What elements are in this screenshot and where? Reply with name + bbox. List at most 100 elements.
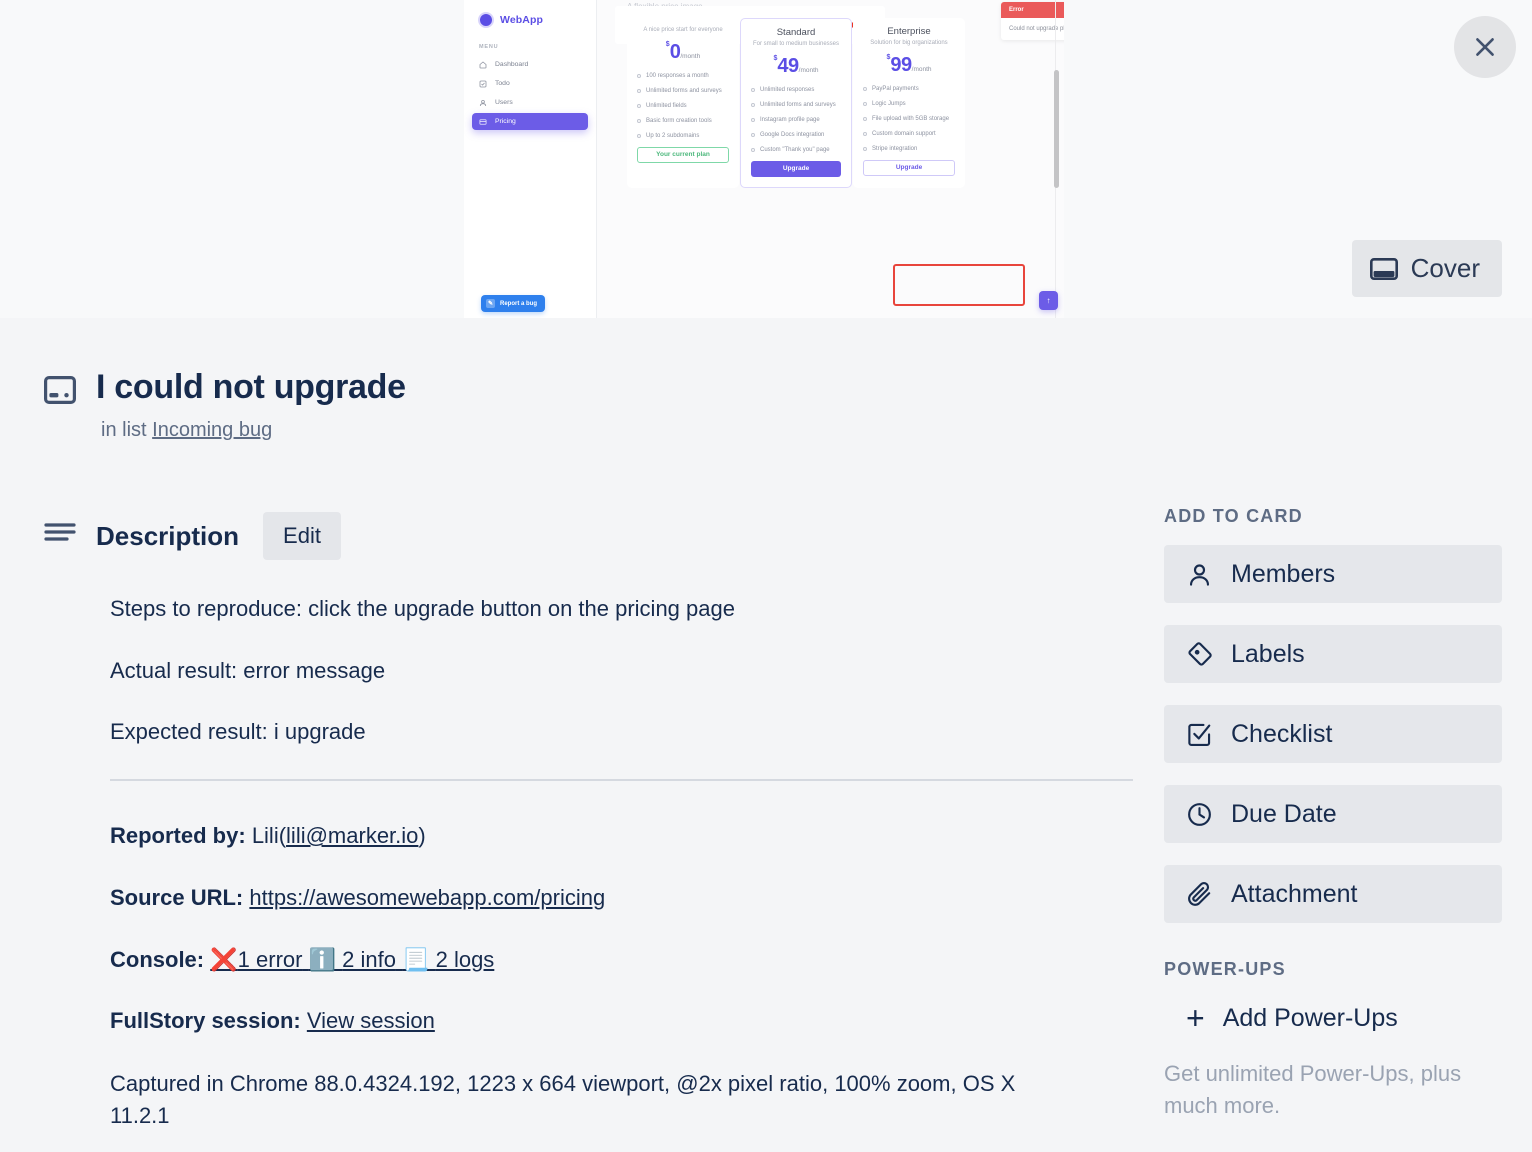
screenshot-nav-label: Todo — [495, 80, 510, 87]
bullet-icon — [751, 118, 755, 122]
sidebar-item-label: Checklist — [1231, 720, 1332, 749]
plan-feature-label: Unlimited responses — [760, 86, 814, 95]
plan-feature-label: Unlimited forms and surveys — [760, 101, 836, 110]
plan-cta-button: Your current plan — [637, 147, 729, 163]
checkbox-icon — [479, 80, 487, 88]
sidebar-item-due-date[interactable]: Due Date — [1164, 785, 1502, 843]
description-header: Description Edit — [44, 512, 1164, 560]
in-list-prefix: in list — [101, 419, 147, 441]
reported-by-row: Reported by: Lili(lili@marker.io) — [110, 821, 1164, 851]
plan-feature: Unlimited forms and surveys — [637, 87, 729, 96]
screenshot-nav-label: Dashboard — [495, 61, 528, 68]
close-icon — [1472, 34, 1498, 60]
clock-icon — [1186, 801, 1213, 828]
plan-cta-button: Upgrade — [751, 161, 841, 177]
info-icon: ℹ️ — [309, 947, 336, 972]
plan-price: $0/month — [637, 41, 729, 64]
plan-period: /month — [680, 53, 700, 60]
screenshot-scrollbar-thumb — [1054, 70, 1059, 188]
plan-feature-label: File upload with 5GB storage — [872, 115, 949, 124]
screenshot-nav-users: Users — [472, 94, 588, 111]
plan-feature-label: 100 responses a month — [646, 72, 709, 81]
plan-feature-label: Unlimited fields — [646, 102, 687, 111]
plan-period: /month — [912, 66, 932, 73]
description-body: Steps to reproduce: click the upgrade bu… — [110, 594, 1164, 1132]
reporter-email-link[interactable]: lili@marker.io — [286, 823, 418, 848]
plan-period: /month — [799, 67, 819, 74]
source-url-label: Source URL: — [110, 885, 243, 910]
cover-button-label: Cover — [1411, 253, 1480, 284]
bullet-icon — [637, 104, 641, 108]
description-paragraph: Actual result: error message — [110, 656, 1164, 686]
plan-feature: Google Docs integration — [751, 131, 841, 140]
sidebar-item-label: Due Date — [1231, 800, 1337, 829]
cover-screenshot: WebApp MENU Dashboard Todo — [464, 0, 1064, 318]
plan-amount: 0 — [670, 41, 681, 63]
webapp-logo-icon — [478, 12, 494, 28]
webapp-brand-label: WebApp — [500, 14, 543, 26]
section-divider — [110, 779, 1133, 781]
add-power-ups-button[interactable]: + Add Power-Ups — [1164, 1002, 1532, 1034]
screenshot-report-bug-label: Report a bug — [500, 301, 537, 307]
card-main-column: Description Edit Steps to reproduce: cli… — [44, 442, 1164, 1132]
view-session-link[interactable]: View session — [307, 1008, 435, 1033]
plan-feature: Unlimited fields — [637, 102, 729, 111]
card-cover: WebApp MENU Dashboard Todo — [0, 0, 1532, 318]
plan-subtitle: A nice price start for everyone — [637, 26, 729, 35]
sidebar-item-label: Members — [1231, 560, 1335, 589]
cover-button[interactable]: Cover — [1352, 240, 1502, 297]
plan-feature-label: Google Docs integration — [760, 131, 824, 140]
bullet-icon — [637, 119, 641, 123]
plan-feature-label: Instagram profile page — [760, 116, 820, 125]
bullet-icon — [637, 89, 641, 93]
bullet-icon — [863, 147, 867, 151]
screenshot-pricing-page: A flexible price image A nice price star… — [597, 0, 1064, 318]
add-to-card-heading: ADD TO CARD — [1164, 506, 1532, 527]
cover-image-icon — [1370, 257, 1398, 281]
plan-feature: Custom domain support — [863, 130, 955, 139]
bullet-icon — [863, 132, 867, 136]
plan-price: $49/month — [751, 55, 841, 78]
source-url-link[interactable]: https://awesomewebapp.com/pricing — [249, 885, 605, 910]
console-row: Console: ❌1 error ℹ️ 2 info 📃 2 logs — [110, 945, 1164, 975]
sidebar-item-attachment[interactable]: Attachment — [1164, 865, 1502, 923]
paren-close: ) — [418, 823, 425, 848]
screenshot-plan-free: A nice price start for everyone $0/month… — [627, 18, 739, 188]
sidebar-item-label: Attachment — [1231, 880, 1357, 909]
power-ups-heading: POWER-UPS — [1164, 959, 1532, 980]
plan-feature-label: Basic form creation tools — [646, 117, 712, 126]
sidebar-item-label: Labels — [1231, 640, 1305, 669]
plan-feature-label: Unlimited forms and surveys — [646, 87, 722, 96]
card-window-icon — [44, 376, 76, 409]
plan-feature: Unlimited responses — [751, 86, 841, 95]
page-title: I could not upgrade — [96, 368, 406, 407]
console-link[interactable]: ❌1 error ℹ️ 2 info 📃 2 logs — [210, 947, 494, 972]
screenshot-nav-label: Users — [495, 99, 513, 106]
captured-environment-text: Captured in Chrome 88.0.4324.192, 1223 x… — [110, 1068, 1070, 1132]
sidebar-item-members[interactable]: Members — [1164, 545, 1502, 603]
power-ups-note: Get unlimited Power-Ups, plus much more. — [1164, 1058, 1484, 1122]
screenshot-plan-standard: Standard For small to medium businesses … — [740, 18, 852, 188]
edit-description-button[interactable]: Edit — [263, 512, 341, 560]
plan-subtitle: Solution for big organizations — [863, 39, 955, 48]
description-heading: Description — [96, 521, 239, 552]
fullstory-row: FullStory session: View session — [110, 1006, 1164, 1036]
card-list-breadcrumb: in list Incoming bug — [96, 419, 406, 442]
sidebar-item-labels[interactable]: Labels — [1164, 625, 1502, 683]
plan-feature: Stripe integration — [863, 145, 955, 154]
screenshot-pricing-cards: A nice price start for everyone $0/month… — [627, 18, 965, 188]
screenshot-nav-todo: Todo — [472, 75, 588, 92]
fullstory-label: FullStory session: — [110, 1008, 301, 1033]
card-icon — [479, 118, 487, 126]
screenshot-report-bug-button: ✎ Report a bug — [481, 295, 545, 312]
close-button[interactable] — [1454, 16, 1516, 78]
screenshot-menu-label: MENU — [479, 44, 596, 50]
plan-feature: Unlimited forms and surveys — [751, 101, 841, 110]
list-name-link[interactable]: Incoming bug — [152, 419, 272, 441]
screenshot-nav-dashboard: Dashboard — [472, 56, 588, 73]
bug-report-icon: ✎ — [486, 299, 495, 308]
sidebar-item-checklist[interactable]: Checklist — [1164, 705, 1502, 763]
reported-by-name: Lili — [252, 823, 279, 848]
home-icon — [479, 61, 487, 69]
bullet-icon — [863, 87, 867, 91]
